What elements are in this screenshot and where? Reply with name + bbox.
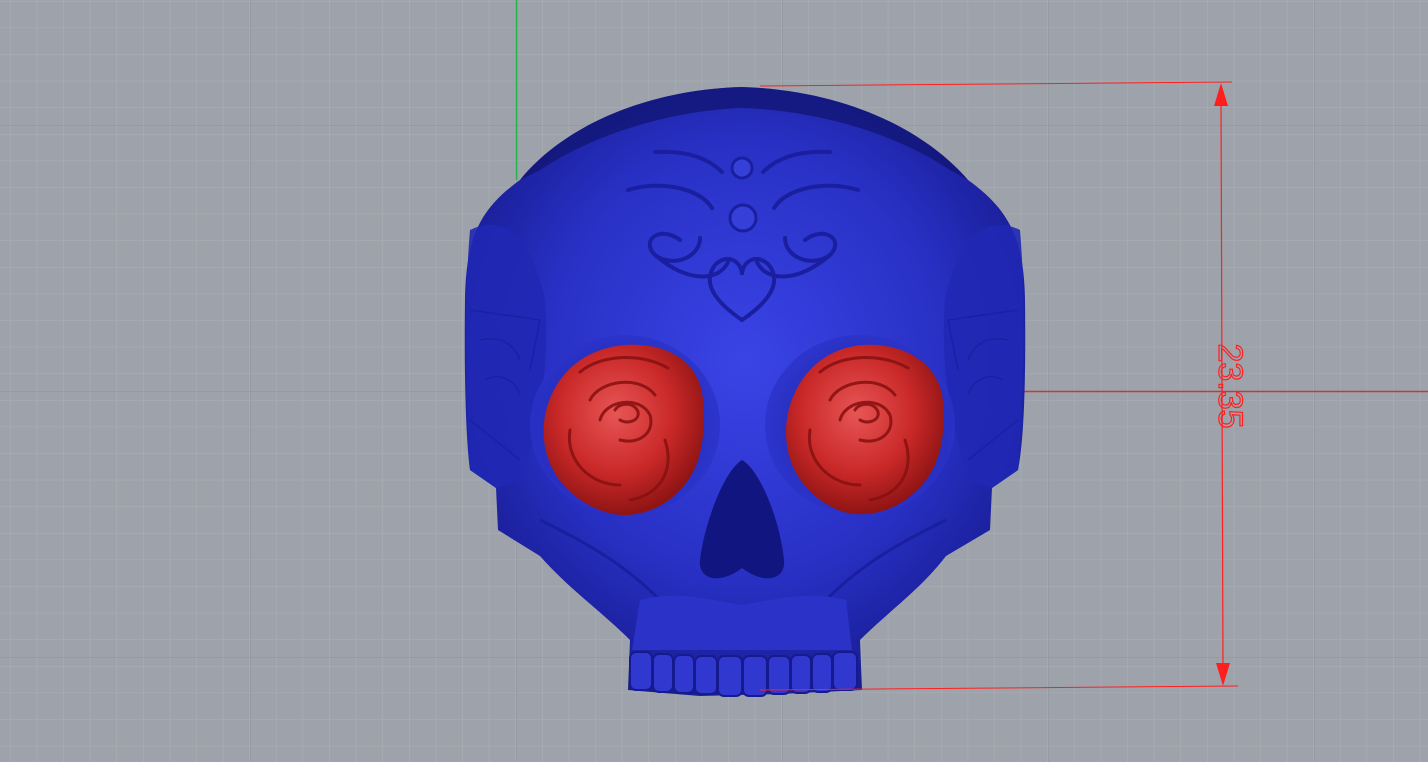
dimension-label: 23.35 [1211, 343, 1249, 428]
3d-viewport[interactable]: 23.35 [0, 0, 1428, 762]
forehead-gem-top [730, 156, 754, 180]
viewport-canvas[interactable]: 23.35 [0, 0, 1428, 762]
forehead-gem-bottom [728, 203, 758, 233]
